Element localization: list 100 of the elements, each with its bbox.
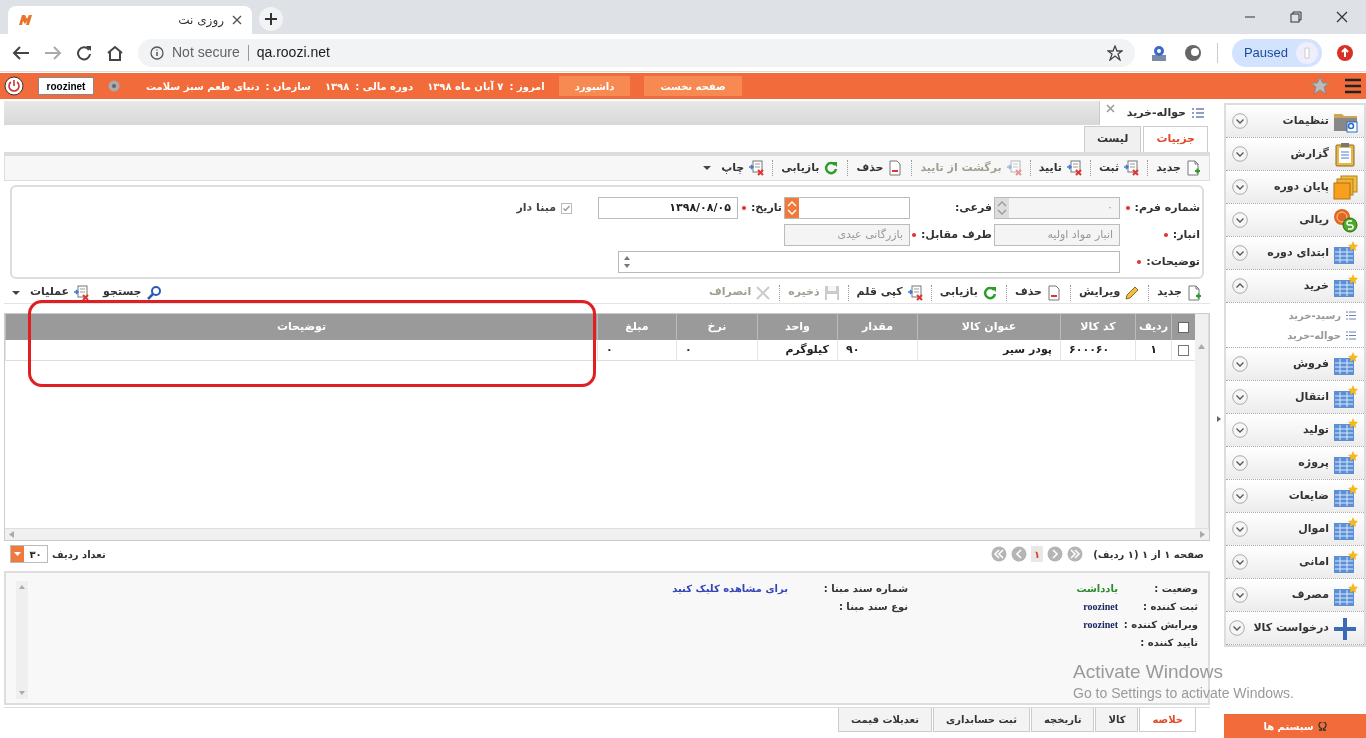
toolbar-button[interactable]: ثبت (1092, 159, 1146, 177)
star-icon[interactable] (1310, 76, 1330, 96)
toolbar-button[interactable]: چاپ (697, 159, 771, 177)
settings-icon[interactable] (108, 80, 120, 92)
browser-tab[interactable]: روزی نت (8, 6, 252, 34)
chevron-icon[interactable] (1232, 554, 1248, 570)
pager-summary: صفحه ۱ از ۱ (۱ ردیف) (1093, 547, 1204, 562)
os-notice-text: Go to Settings to activate Windows. (1073, 684, 1294, 702)
tab[interactable]: تعدیلات قیمت (838, 708, 932, 732)
scrollbar[interactable] (5, 528, 1209, 540)
home-icon[interactable] (106, 44, 124, 61)
document-tab[interactable]: حواله-خرید (1098, 101, 1210, 125)
info-value: roozinet (1083, 617, 1118, 632)
sidebar-item[interactable]: تولید (1226, 414, 1364, 447)
sidebar-item[interactable]: پروژه (1226, 447, 1364, 480)
table-cell-text: ۰ (685, 341, 693, 358)
toolbar-button[interactable]: جستجو (97, 284, 168, 301)
chevron-icon[interactable] (1229, 620, 1246, 636)
toolbar-button[interactable]: جدید (1151, 284, 1208, 301)
new-tab-icon[interactable] (258, 6, 284, 32)
chevron-icon[interactable] (1232, 179, 1248, 195)
sidebar-item[interactable]: فروش (1226, 348, 1364, 381)
sidebar-item[interactable]: ضایعات (1226, 480, 1364, 513)
view-link[interactable]: برای مشاهده کلیک کنید (672, 581, 788, 596)
chevron-icon[interactable] (1232, 389, 1248, 405)
checkbox[interactable] (1178, 321, 1189, 333)
tab[interactable]: کالا (1095, 708, 1139, 732)
form-icon (1065, 160, 1082, 176)
header-label: دوره مالی : (355, 79, 414, 94)
menu-icon[interactable] (1344, 78, 1362, 94)
chevron-icon[interactable] (1232, 278, 1248, 294)
sidebar-item[interactable]: ابتدای دوره (1226, 237, 1364, 270)
input-field[interactable]: ۱۳۹۸/۰۸/۰۵ (598, 197, 738, 219)
sidebar-item[interactable]: اموال (1226, 513, 1364, 546)
scrollbar[interactable] (16, 581, 28, 699)
chevron-icon[interactable] (1232, 245, 1248, 261)
table-icon (1333, 483, 1358, 509)
toolbar-button[interactable]: ویرایش (1072, 284, 1147, 301)
toolbar-button[interactable]: حذف (850, 159, 910, 177)
tab[interactable]: خلاصه (1139, 708, 1196, 732)
sidebar-item[interactable]: ریالی (1226, 204, 1364, 237)
chevron-icon[interactable] (1232, 212, 1248, 228)
tab[interactable]: ثبت حسابداری (933, 708, 1030, 732)
chevron-icon[interactable] (1232, 587, 1248, 603)
field-label: انبار: (1172, 226, 1200, 243)
rows-per-page-dropdown[interactable]: ۳۰ (10, 545, 48, 563)
list-icon (1346, 330, 1356, 340)
tab[interactable]: جزییات (1143, 126, 1208, 152)
refresh-icon (823, 160, 840, 176)
chevron-icon[interactable] (1232, 455, 1248, 471)
extension-icon[interactable] (1182, 42, 1203, 63)
restore-icon[interactable] (1290, 11, 1302, 23)
power-icon[interactable] (4, 76, 24, 96)
table-icon (1333, 549, 1358, 575)
form-icon (73, 284, 90, 301)
scroll-up-icon (19, 585, 25, 589)
toolbar-button[interactable]: بازیابی (775, 159, 846, 177)
rows-per-page-label: تعداد ردیف (52, 547, 106, 562)
chevron-icon[interactable] (1232, 113, 1248, 129)
sidebar-item[interactable]: درخواست کالا (1226, 612, 1364, 645)
bookmark-star-icon[interactable] (1106, 44, 1123, 61)
x-icon (755, 284, 772, 301)
chevron-icon[interactable] (1232, 356, 1248, 372)
form-icon (906, 284, 923, 301)
collapse-arrow-icon[interactable] (1217, 415, 1221, 422)
sidebar-item[interactable]: گزارش (1226, 138, 1364, 171)
sidebar-item[interactable]: مصرف (1226, 579, 1364, 612)
scrollbar[interactable] (1195, 314, 1209, 528)
refresh-icon (981, 284, 998, 301)
sidebar-item[interactable]: امانی (1226, 546, 1364, 579)
toolbar-button[interactable]: کپی قلم (850, 284, 929, 301)
checkbox-label: مبنا دار (516, 199, 556, 216)
reload-icon[interactable] (76, 44, 92, 61)
info-label: ویرایش کننده : (1122, 617, 1198, 632)
toolbar-button[interactable]: حذف (1008, 284, 1068, 301)
tab[interactable]: تاریخچه (1030, 708, 1095, 732)
chevron-icon[interactable] (1232, 521, 1248, 537)
toolbar-button[interactable]: تایید (1032, 159, 1088, 177)
profile-button[interactable]: Paused (1231, 38, 1322, 67)
close-icon[interactable] (1336, 11, 1348, 23)
toolbar-button[interactable]: جدید (1150, 159, 1207, 177)
sidebar-item[interactable]: پایان دوره (1226, 171, 1364, 204)
toolbar-button[interactable]: بازیابی (933, 284, 1004, 301)
close-icon[interactable] (232, 15, 242, 25)
input-field[interactable] (784, 197, 910, 219)
chevron-icon[interactable] (1232, 146, 1248, 162)
back-icon[interactable] (12, 44, 30, 61)
chevron-icon[interactable] (1232, 488, 1248, 504)
toolbar-button[interactable]: عملیات (6, 284, 96, 301)
new-page-icon (1185, 160, 1201, 176)
address-bar[interactable]: Not secure qa.roozi.net (138, 38, 1135, 67)
sidebar-item[interactable]: تنظیمات (1226, 105, 1364, 138)
chevron-icon[interactable] (1232, 422, 1248, 438)
sidebar-item[interactable]: خرید (1226, 270, 1364, 303)
sidebar-item[interactable]: انتقال (1226, 381, 1364, 414)
caret-icon (12, 289, 20, 296)
tab[interactable]: لیست (1083, 126, 1142, 152)
header-value: ۷ آبان ماه ۱۳۹۸ (427, 79, 504, 94)
checkbox[interactable] (1178, 344, 1189, 356)
update-icon[interactable] (1336, 43, 1354, 62)
